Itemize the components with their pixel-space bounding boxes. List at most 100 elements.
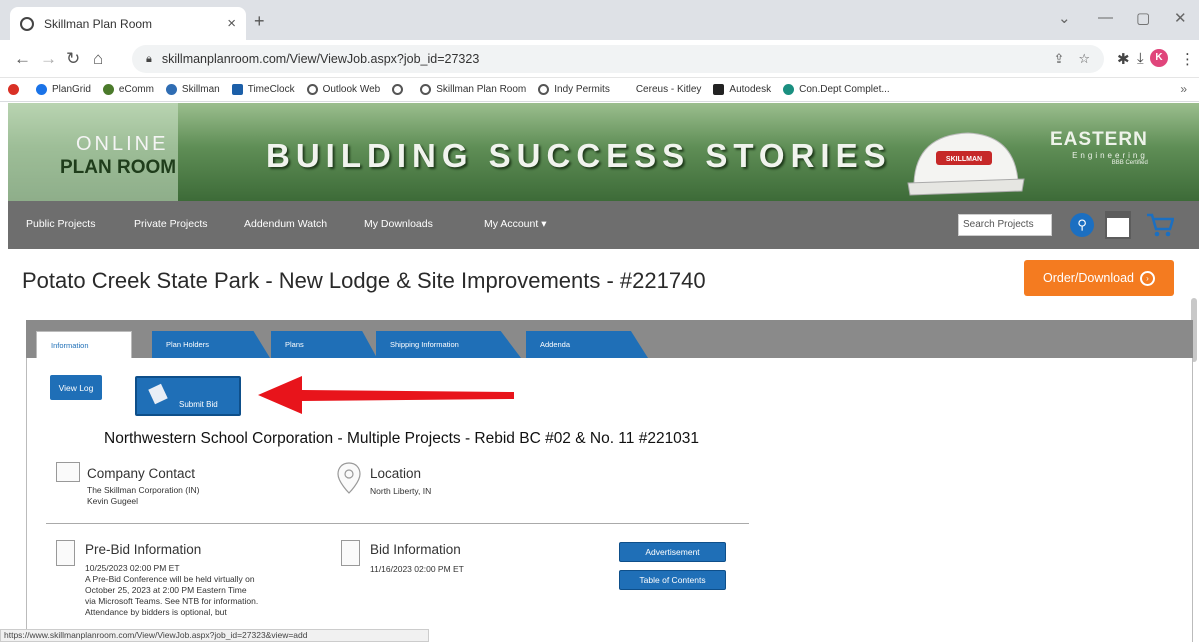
logo-planroom-text: PLAN ROOM [60, 157, 177, 178]
tab-addenda[interactable]: Addenda [526, 331, 648, 358]
globe-icon [420, 84, 432, 95]
browser-tab-strip: Skillman Plan Room × + ⌄ — ▢ ✕ [0, 0, 1199, 40]
bookmark-item[interactable]: Skillman [165, 84, 220, 95]
back-button[interactable]: ← [14, 49, 31, 69]
bookmark-item[interactable]: Indy Permits [538, 84, 610, 95]
tab-plans[interactable]: Plans [271, 331, 377, 358]
submit-bid-button[interactable]: Submit Bid [135, 376, 241, 416]
prebid-text-line: A Pre-Bid Conference will be held virtua… [85, 574, 255, 584]
lock-icon[interactable]: 🔒︎ [146, 53, 152, 66]
bookmark-item[interactable] [8, 84, 24, 95]
contact-name: Kevin Gugeel [87, 496, 139, 506]
red-arrow-annotation [258, 376, 514, 414]
tab-plan-holders[interactable]: Plan Holders [152, 331, 270, 358]
share-icon[interactable]: ⇪ [1053, 51, 1064, 67]
reload-button[interactable]: ↻ [66, 49, 80, 69]
page-title: Potato Creek State Park - New Lodge & Si… [22, 268, 706, 293]
eastern-tag: BBB Certified [1111, 160, 1148, 166]
bid-info-title: Bid Information [370, 542, 461, 557]
plangrid-icon [36, 84, 47, 95]
hardhat-label: SKILLMAN [946, 156, 982, 163]
document-icon [148, 383, 168, 405]
bookmarks-overflow-icon[interactable]: » [1180, 82, 1187, 96]
main-nav: Public Projects Private Projects Addendu… [8, 201, 1199, 249]
eastern-engineering-logo: EASTERN Engineering BBB Certified [1050, 129, 1148, 166]
bookmark-item[interactable]: Con.Dept Complet... [783, 84, 890, 95]
skillman-icon [165, 84, 177, 95]
search-projects-input[interactable]: Search Projects [958, 214, 1052, 236]
bookmark-item[interactable]: Cereus - Kitley [636, 84, 702, 95]
ecomm-icon [102, 84, 114, 95]
section-divider [46, 523, 749, 524]
prebid-text-line: via Microsoft Teams. See NTB for informa… [85, 596, 259, 606]
prebid-text-line: Attendance by bidders is optional, but [85, 607, 227, 617]
globe-icon [392, 84, 404, 95]
extensions-icon[interactable]: ✱ [1117, 50, 1130, 68]
tab-shipping-information[interactable]: Shipping Information [376, 331, 521, 358]
bookmark-star-icon[interactable]: ☆ [1078, 51, 1090, 67]
banner-headline: BUILDING SUCCESS STORIES [266, 137, 892, 174]
bookmark-item[interactable]: Skillman Plan Room [420, 84, 526, 95]
hardhat-icon: SKILLMAN [907, 132, 1025, 196]
nav-my-account[interactable]: My Account ▾ [484, 218, 546, 230]
location-pin-icon [337, 462, 361, 494]
autodesk-icon [713, 84, 725, 95]
calendar-icon[interactable] [1105, 211, 1131, 239]
bookmark-item[interactable]: TimeClock [231, 84, 295, 95]
prebid-text-line: October 25, 2023 at 2:00 PM Eastern Time [85, 585, 247, 595]
nav-addendum-watch[interactable]: Addendum Watch [244, 218, 327, 230]
tab-search-chevron-icon[interactable]: ⌄ [1058, 9, 1071, 27]
order-download-button[interactable]: Order/Download › [1024, 260, 1174, 296]
logo-online-text: ONLINE [76, 133, 169, 155]
location-value: North Liberty, IN [370, 486, 432, 496]
document-icon [56, 540, 75, 566]
company-contact-title: Company Contact [87, 466, 196, 481]
tab-information[interactable]: Information [36, 331, 132, 358]
bookmarks-bar: PlanGrid eComm Skillman TimeClock Outloo… [0, 78, 1199, 102]
url-text[interactable]: skillmanplanroom.com/View/ViewJob.aspx?j… [162, 52, 1054, 66]
maximize-window-button[interactable]: ▢ [1136, 9, 1150, 27]
browser-tab-title: Skillman Plan Room [44, 16, 153, 31]
timeclock-icon [231, 84, 243, 95]
leaf-icon [783, 84, 795, 95]
browser-tab[interactable]: Skillman Plan Room × [10, 7, 246, 40]
nav-public-projects[interactable]: Public Projects [26, 218, 95, 230]
chevron-right-icon: › [1140, 270, 1155, 286]
document-icon [341, 540, 360, 566]
view-log-button[interactable]: View Log [50, 375, 102, 400]
bookmark-item[interactable] [392, 84, 408, 95]
bookmark-item[interactable]: Autodesk [713, 84, 771, 95]
advertisement-button[interactable]: Advertisement [619, 542, 726, 562]
bookmark-item[interactable]: Outlook Web [306, 84, 380, 95]
url-field[interactable]: 🔒︎ skillmanplanroom.com/View/ViewJob.asp… [132, 45, 1104, 73]
cart-icon[interactable] [1146, 212, 1174, 238]
minimize-window-button[interactable]: — [1098, 9, 1113, 26]
submit-bid-label: Submit Bid [179, 400, 218, 409]
table-of-contents-button[interactable]: Table of Contents [619, 570, 726, 590]
home-button[interactable]: ⌂ [93, 49, 103, 69]
globe-icon [20, 16, 34, 31]
contact-card-icon [56, 462, 80, 482]
nav-private-projects[interactable]: Private Projects [134, 218, 208, 230]
globe-icon [306, 84, 318, 95]
bid-date: 11/16/2023 02:00 PM ET [370, 564, 464, 574]
forward-button[interactable]: → [40, 49, 57, 69]
project-caption: Northwestern School Corporation - Multip… [104, 430, 700, 447]
nav-my-downloads[interactable]: My Downloads [364, 218, 433, 230]
eastern-sub: Engineering [1072, 151, 1148, 160]
browser-status-bar: https://www.skillmanplanroom.com/View/Vi… [0, 629, 429, 642]
search-icon[interactable]: ⚲ [1070, 213, 1094, 237]
globe-icon [538, 84, 550, 95]
download-icon[interactable]: ⤓ [1137, 50, 1144, 67]
prebid-date: 10/25/2023 02:00 PM ET [85, 563, 180, 573]
prebid-title: Pre-Bid Information [85, 542, 202, 557]
bookmark-item[interactable]: PlanGrid [36, 84, 91, 95]
order-download-label: Order/Download [1042, 271, 1134, 285]
new-tab-button[interactable]: + [254, 11, 265, 32]
menu-kebab-icon[interactable]: ⋮ [1180, 50, 1195, 68]
bookmark-item[interactable]: eComm [102, 84, 154, 95]
profile-avatar[interactable]: K [1150, 49, 1168, 67]
close-window-button[interactable]: ✕ [1174, 9, 1187, 27]
eastern-name: EASTERN [1050, 129, 1148, 150]
close-tab-button[interactable]: × [227, 15, 236, 32]
